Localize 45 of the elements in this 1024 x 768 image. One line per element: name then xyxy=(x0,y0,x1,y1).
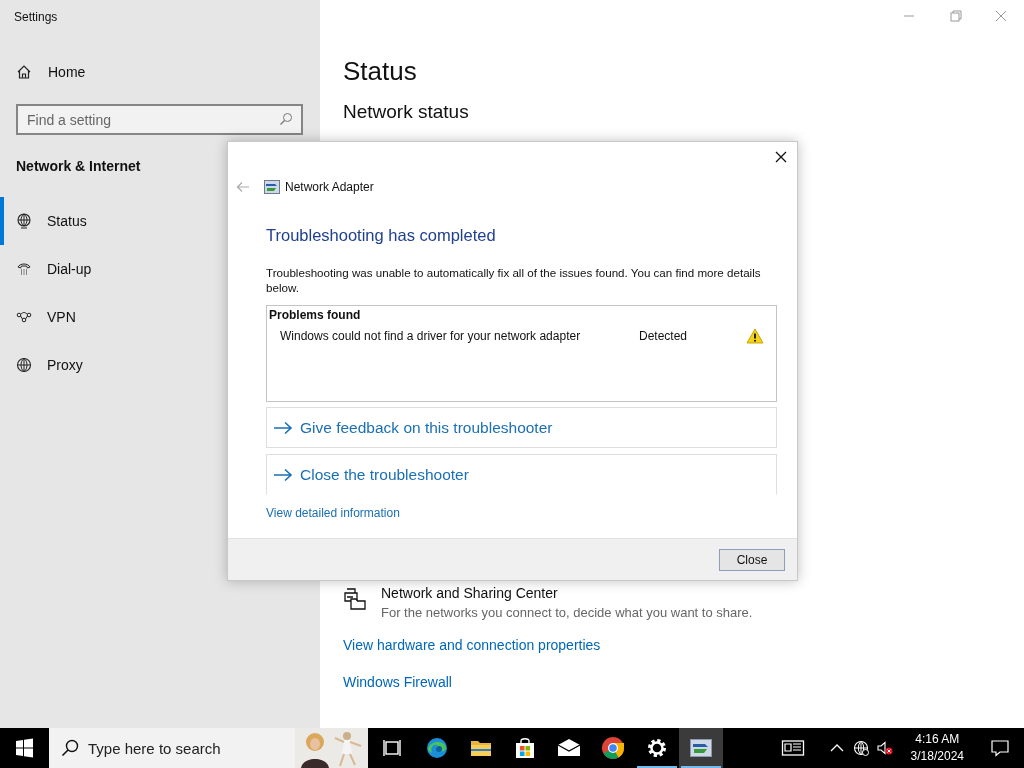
troubleshooter-action-link[interactable]: Give feedback on this troubleshooter xyxy=(266,407,777,448)
sharing-center-link[interactable]: Network and Sharing Center xyxy=(381,585,753,601)
settings-icon xyxy=(645,736,669,760)
section-heading: Network status xyxy=(343,101,470,123)
dialog-message: Troubleshooting was unable to automatically fix all of the issues found. You can find more details below. xyxy=(266,265,762,295)
settings-link[interactable]: View hardware and connection properties xyxy=(343,637,1024,653)
nav-item[interactable]: Proxy xyxy=(0,341,320,389)
warning-icon xyxy=(746,328,764,344)
search-icon xyxy=(279,112,293,126)
window-title: Settings xyxy=(13,9,59,26)
page-title: Status xyxy=(343,56,418,87)
printer-folder-icon xyxy=(343,587,367,611)
notification-icon[interactable] xyxy=(990,738,1010,758)
section-heading: Network & Internet xyxy=(16,158,141,174)
settings-link[interactable]: Windows Firewall xyxy=(343,674,1024,690)
phone-icon xyxy=(16,261,32,277)
arrow-icon xyxy=(273,420,293,435)
shopping-bag-icon xyxy=(513,736,537,760)
taskbar-search-field[interactable]: Type here to search xyxy=(49,728,295,768)
network-adapter-icon xyxy=(689,736,713,760)
globe-icon xyxy=(16,357,32,373)
details-link[interactable]: View detailed information xyxy=(266,506,777,520)
sharing-center-description: For the networks you connect to, decide what you want to share. xyxy=(381,605,753,620)
speaker-muted-icon[interactable] xyxy=(876,740,893,756)
vpn-icon xyxy=(16,309,32,325)
problems-heading: Problems found xyxy=(269,308,362,322)
home-icon xyxy=(16,64,32,80)
close-button[interactable] xyxy=(774,150,788,164)
problem-status: Detected xyxy=(639,329,689,343)
globe-icon[interactable] xyxy=(852,740,869,756)
problem-text: Windows could not find a driver for your network adapter xyxy=(280,329,582,343)
search-icon xyxy=(61,739,79,757)
network-adapter-icon xyxy=(264,180,280,194)
globe-monitor-icon xyxy=(16,213,32,229)
browser-swirl-icon xyxy=(425,736,449,760)
home-link[interactable]: Home xyxy=(0,52,320,92)
browser-circle-icon xyxy=(601,736,625,760)
arrow-icon xyxy=(273,467,293,482)
close-button[interactable]: Close xyxy=(719,548,785,571)
dialog-title: Network Adapter xyxy=(285,180,374,194)
clock-time[interactable]: 4:16 AM xyxy=(910,731,964,748)
taskbar-app-button[interactable] xyxy=(679,728,723,768)
search-field[interactable]: Find a setting xyxy=(16,104,303,135)
troubleshooter-action-link[interactable]: Close the troubleshooter xyxy=(266,454,777,495)
clock-date[interactable]: 3/18/2024 xyxy=(910,748,964,765)
